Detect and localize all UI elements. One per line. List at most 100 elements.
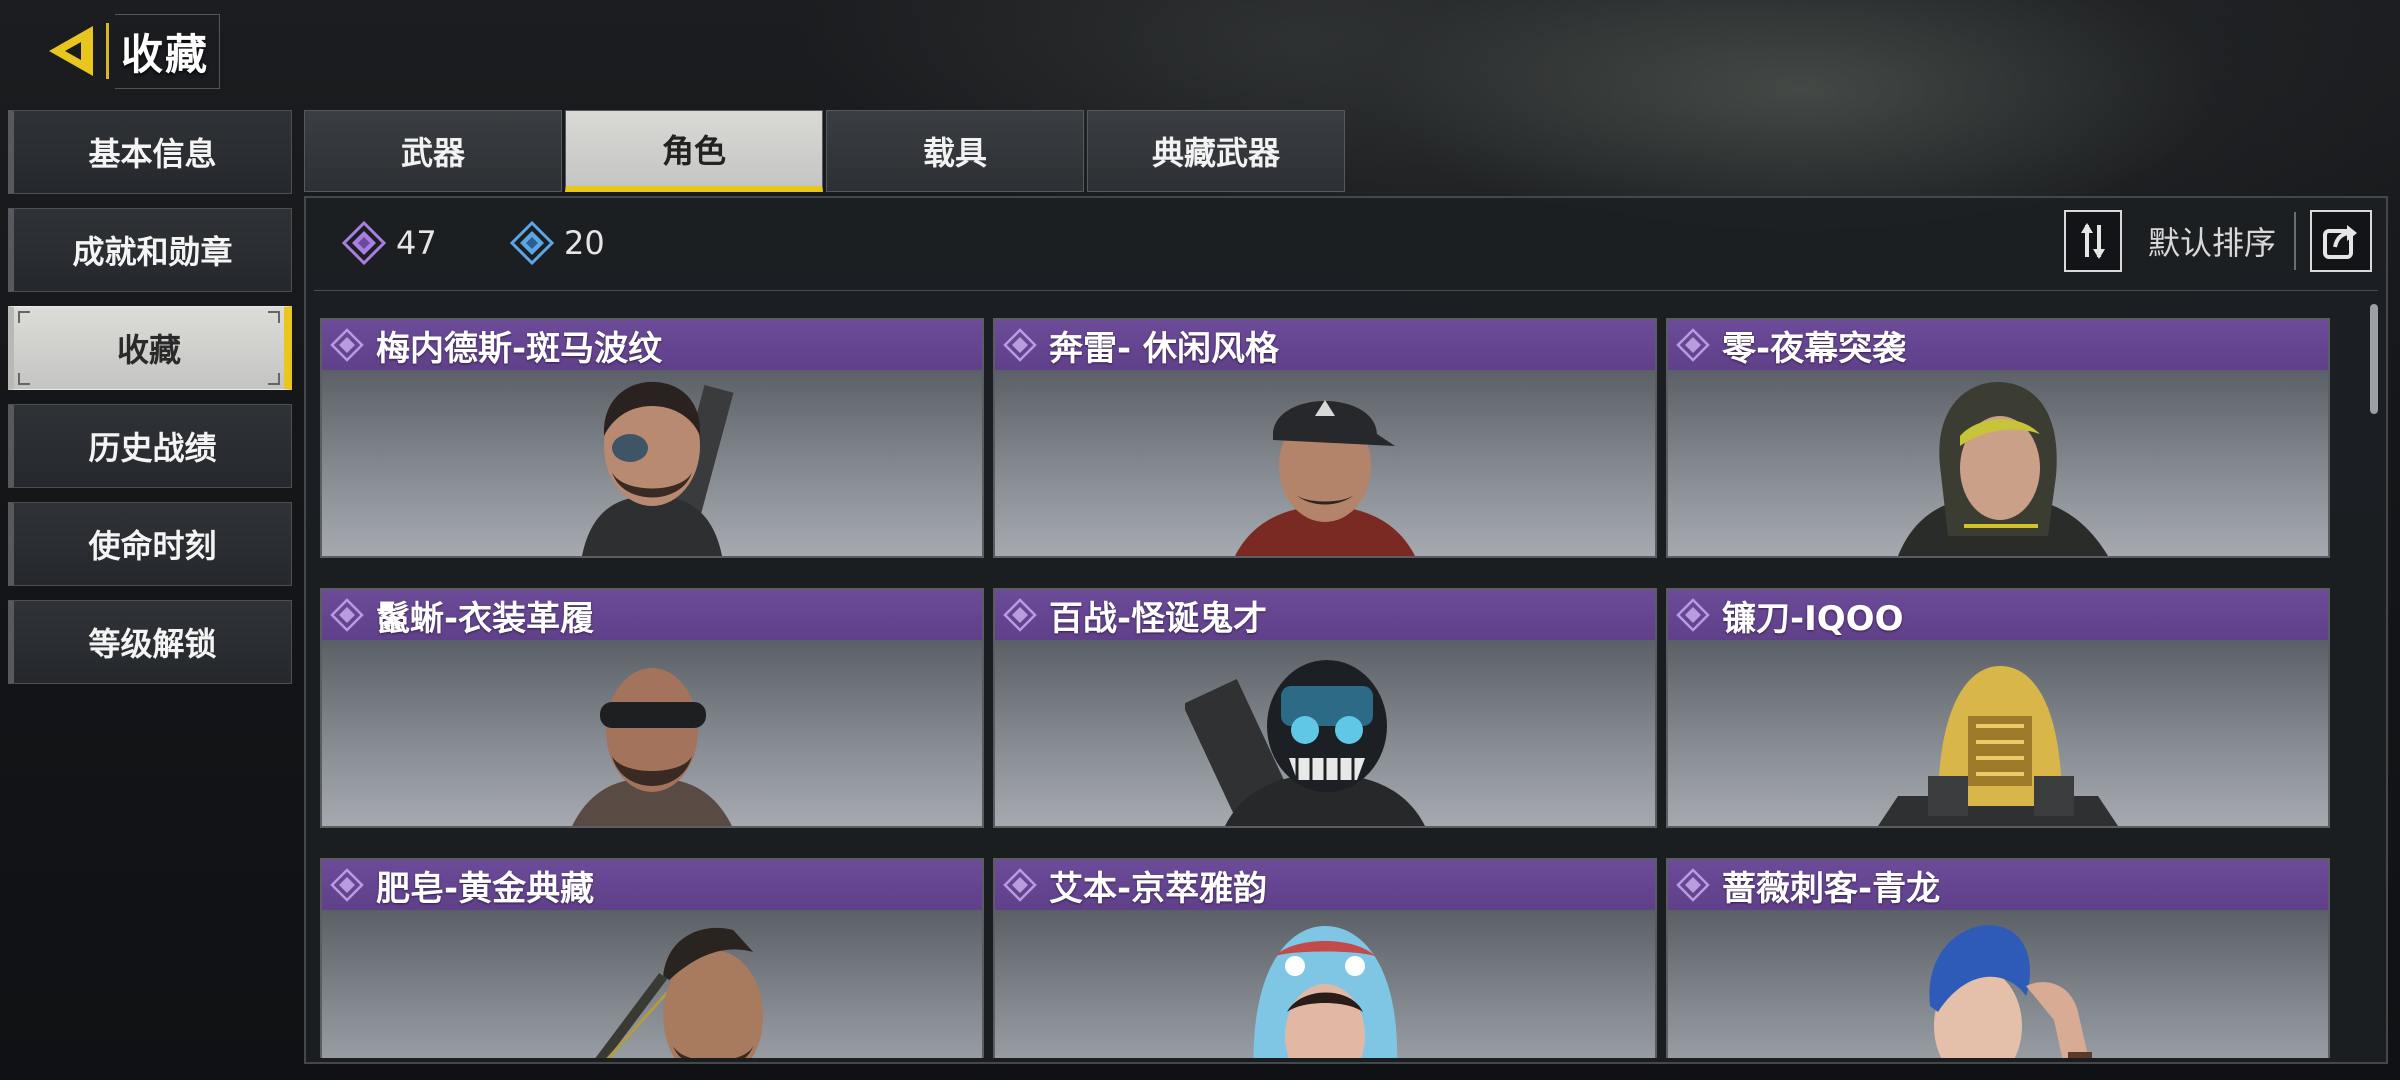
character-portrait-area (322, 910, 982, 1058)
share-icon (2323, 225, 2357, 259)
character-portrait-area (995, 910, 1655, 1058)
currency-blue: 20 (510, 220, 605, 266)
currency-purple: 47 (342, 220, 437, 266)
character-portrait (1235, 400, 1415, 556)
sidebar-item-basic-info[interactable]: 基本信息 (8, 110, 292, 194)
character-portrait (595, 927, 764, 1058)
card-header: 艾本-京萃雅韵 (995, 860, 1655, 910)
sort-order-button[interactable] (2064, 210, 2122, 272)
card-header: 奔雷- 休闲风格 (995, 320, 1655, 370)
sort-label[interactable]: 默认排序 (2148, 218, 2276, 264)
sidebar-item-label: 等级解锁 (88, 625, 217, 663)
share-button[interactable] (2310, 210, 2372, 272)
character-card[interactable]: 肥皂-黄金典藏 (320, 858, 984, 1058)
tab-vehicles[interactable]: 载具 (826, 110, 1084, 192)
character-name: 百战-怪诞鬼才 (1049, 598, 1268, 639)
sidebar-item-moments[interactable]: 使命时刻 (8, 502, 292, 586)
tab-label: 载具 (922, 134, 987, 172)
rarity-diamond-icon (330, 598, 364, 632)
character-name: 镰刀-IQOO (1722, 598, 1904, 639)
card-header: 百战-怪诞鬼才 (995, 590, 1655, 640)
sidebar-item-label: 使命时刻 (88, 527, 217, 565)
tab-label: 角色 (661, 131, 726, 170)
character-grid: 梅内德斯-斑马波纹 奔雷- 休闲风格 零-夜幕突袭 鬣蜥-衣装革履 百战-怪诞鬼… (320, 318, 2330, 1058)
sidebar-item-label: 基本信息 (88, 135, 217, 173)
sidebar-item-label: 成就和勋章 (72, 233, 233, 271)
purple-diamond-icon (342, 221, 386, 265)
grid-scrollbar[interactable] (2370, 304, 2378, 414)
blue-diamond-icon (510, 221, 554, 265)
rarity-diamond-icon (1003, 328, 1037, 362)
tab-label: 典藏武器 (1151, 134, 1280, 172)
corner-decoration (18, 311, 30, 323)
tab-weapons[interactable]: 武器 (304, 110, 562, 192)
rarity-diamond-icon (1676, 598, 1710, 632)
card-header: 梅内德斯-斑马波纹 (322, 320, 982, 370)
character-name: 奔雷- 休闲风格 (1049, 328, 1279, 369)
card-header: 镰刀-IQOO (1668, 590, 2328, 640)
collection-panel: 47 20 默认排序 梅内德斯-斑马波纹 奔雷- 休闲风格 零-夜幕突袭 鬣蜥-… (304, 196, 2388, 1064)
panel-toolbar: 47 20 默认排序 (306, 198, 2386, 290)
character-card[interactable]: 镰刀-IQOO (1666, 588, 2330, 828)
rarity-diamond-icon (1676, 868, 1710, 902)
character-name: 蔷薇刺客-青龙 (1722, 868, 1941, 909)
character-card[interactable]: 奔雷- 休闲风格 (993, 318, 1657, 558)
character-name: 梅内德斯-斑马波纹 (376, 328, 663, 369)
header-divider (106, 23, 109, 79)
character-name: 肥皂-黄金典藏 (376, 868, 595, 909)
rarity-diamond-icon (330, 868, 364, 902)
sort-icon (2081, 223, 2105, 259)
sidebar-item-level-unlock[interactable]: 等级解锁 (8, 600, 292, 684)
category-tabs: 武器 角色 载具 典藏武器 (304, 110, 1348, 192)
sidebar-item-collection[interactable]: 收藏 (8, 306, 292, 390)
character-name: 零-夜幕突袭 (1722, 328, 1907, 369)
corner-decoration (268, 373, 280, 385)
character-portrait-area (1668, 910, 2328, 1058)
character-card[interactable]: 蔷薇刺客-青龙 (1666, 858, 2330, 1058)
header: 收藏 (40, 13, 221, 89)
character-portrait-area (1668, 370, 2328, 556)
corner-decoration (18, 373, 30, 385)
character-portrait (572, 668, 732, 826)
character-portrait-area (322, 370, 982, 556)
character-portrait-area (995, 640, 1655, 826)
tab-characters[interactable]: 角色 (565, 110, 823, 192)
currency-purple-count: 47 (396, 224, 437, 262)
sidebar-item-label: 历史战绩 (88, 429, 217, 467)
back-arrow-icon (49, 26, 93, 76)
card-header: 肥皂-黄金典藏 (322, 860, 982, 910)
character-portrait (1878, 666, 2118, 826)
character-portrait-area (322, 640, 982, 826)
character-card[interactable]: 零-夜幕突袭 (1666, 318, 2330, 558)
card-header: 蔷薇刺客-青龙 (1668, 860, 2328, 910)
character-card[interactable]: 鬣蜥-衣装革履 (320, 588, 984, 828)
tab-legendary-weapons[interactable]: 典藏武器 (1087, 110, 1345, 192)
character-portrait (1929, 925, 2092, 1058)
character-portrait-area (1668, 640, 2328, 826)
character-card[interactable]: 百战-怪诞鬼才 (993, 588, 1657, 828)
page-title: 收藏 (115, 13, 221, 89)
character-portrait (582, 381, 734, 556)
sidebar-item-history[interactable]: 历史战绩 (8, 404, 292, 488)
toolbar-separator (314, 290, 2378, 291)
character-card[interactable]: 梅内德斯-斑马波纹 (320, 318, 984, 558)
character-name: 鬣蜥-衣装革履 (376, 598, 595, 639)
corner-decoration (268, 311, 280, 323)
character-portrait (1253, 926, 1398, 1058)
toolbar-divider (2294, 212, 2296, 270)
back-button[interactable] (40, 19, 104, 83)
card-header: 鬣蜥-衣装革履 (322, 590, 982, 640)
character-name: 艾本-京萃雅韵 (1049, 868, 1268, 909)
rarity-diamond-icon (1003, 868, 1037, 902)
sidebar-item-label: 收藏 (116, 331, 181, 369)
currency-blue-count: 20 (564, 224, 605, 262)
card-header: 零-夜幕突袭 (1668, 320, 2328, 370)
tab-label: 武器 (400, 134, 465, 172)
sidebar-item-achievements[interactable]: 成就和勋章 (8, 208, 292, 292)
rarity-diamond-icon (330, 328, 364, 362)
rarity-diamond-icon (1003, 598, 1037, 632)
rarity-diamond-icon (1676, 328, 1710, 362)
character-card[interactable]: 艾本-京萃雅韵 (993, 858, 1657, 1058)
character-portrait-area (995, 370, 1655, 556)
character-portrait (1185, 660, 1425, 826)
